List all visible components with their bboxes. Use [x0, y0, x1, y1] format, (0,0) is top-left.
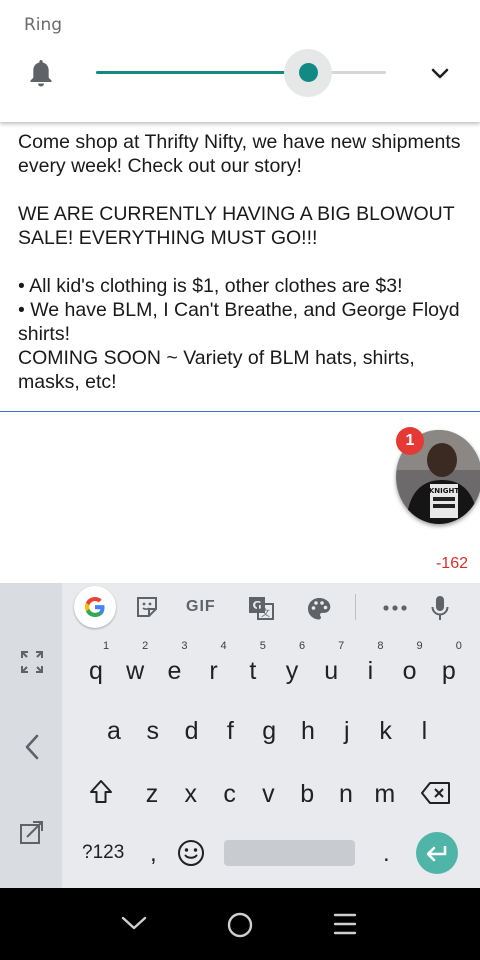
period-key[interactable]: .	[383, 840, 390, 868]
gif-icon[interactable]: GIF	[186, 598, 216, 616]
key-l[interactable]: l	[405, 717, 443, 746]
spacebar[interactable]	[224, 840, 355, 866]
key-x[interactable]: x	[172, 780, 210, 809]
key-hint: 8	[377, 640, 384, 652]
enter-icon	[426, 846, 447, 862]
ring-label: Ring	[24, 15, 63, 35]
volume-panel: Ring	[0, 0, 480, 122]
key-s[interactable]: s	[134, 717, 172, 746]
ring-volume-slider[interactable]	[96, 49, 386, 97]
key-f[interactable]: f	[211, 717, 249, 746]
svg-text:文: 文	[261, 607, 270, 619]
back-chevron-icon[interactable]	[22, 733, 42, 761]
key-u[interactable]: u	[312, 657, 350, 686]
key-hint: 1	[102, 640, 110, 652]
shift-icon[interactable]	[88, 778, 114, 806]
shirt-text: KNIGHT	[429, 487, 459, 495]
translate-icon[interactable]: G 文	[248, 596, 274, 620]
emoji-icon[interactable]	[176, 838, 206, 868]
key-hint: 5	[259, 640, 266, 652]
key-o[interactable]: o	[391, 657, 429, 686]
key-hint: 7	[338, 640, 345, 652]
key-d[interactable]: d	[173, 717, 211, 746]
expand-icon[interactable]	[20, 650, 44, 674]
nav-recents-icon[interactable]	[332, 911, 358, 937]
key-hint: 0	[455, 640, 462, 652]
key-k[interactable]: k	[367, 717, 405, 746]
post-text-field[interactable]: Come shop at Thrifty Nifty, we have new …	[18, 130, 468, 394]
mic-icon[interactable]	[430, 594, 450, 622]
google-button[interactable]	[74, 586, 116, 628]
bell-icon[interactable]	[27, 58, 55, 88]
toolbar-divider	[355, 594, 356, 620]
enter-key[interactable]	[416, 832, 458, 874]
key-v[interactable]: v	[249, 780, 287, 809]
text-field-underline	[0, 411, 480, 412]
backspace-icon[interactable]	[420, 781, 452, 805]
nav-home-icon[interactable]	[226, 911, 254, 939]
nav-back-icon[interactable]	[120, 914, 148, 932]
key-m[interactable]: m	[366, 780, 404, 809]
slider-fill	[96, 71, 308, 74]
key-g[interactable]: g	[250, 717, 288, 746]
key-hint: 3	[181, 640, 188, 652]
key-y[interactable]: y	[273, 657, 311, 686]
key-j[interactable]: j	[328, 717, 366, 746]
key-a[interactable]: a	[95, 717, 133, 746]
key-hint: 9	[416, 640, 423, 652]
key-p[interactable]: p	[430, 657, 468, 686]
character-counter: -162	[435, 555, 468, 572]
key-r[interactable]: r	[195, 657, 233, 686]
more-icon[interactable]	[382, 604, 408, 612]
google-icon	[85, 597, 105, 617]
navigation-bar	[0, 888, 480, 960]
palette-icon[interactable]	[306, 596, 332, 622]
key-w[interactable]: w	[116, 657, 154, 686]
key-n[interactable]: n	[327, 780, 365, 809]
key-c[interactable]: c	[211, 780, 249, 809]
sticker-icon[interactable]	[135, 595, 159, 619]
key-t[interactable]: t	[234, 657, 272, 686]
floating-keyboard-icon[interactable]	[18, 818, 46, 846]
key-i[interactable]: i	[351, 657, 389, 686]
key-hint: 6	[298, 640, 306, 652]
key-h[interactable]: h	[289, 717, 327, 746]
key-b[interactable]: b	[288, 780, 326, 809]
notification-badge: 1	[396, 427, 424, 455]
key-e[interactable]: e	[155, 657, 193, 686]
key-q[interactable]: q	[77, 657, 115, 686]
key-hint: 4	[220, 640, 227, 652]
key-z[interactable]: z	[133, 780, 171, 809]
chevron-down-icon[interactable]	[429, 63, 451, 85]
symbols-key[interactable]: ?123	[82, 842, 124, 864]
slider-thumb[interactable]	[298, 63, 318, 82]
comma-key[interactable]: ,	[150, 840, 157, 868]
key-hint: 2	[142, 640, 149, 652]
